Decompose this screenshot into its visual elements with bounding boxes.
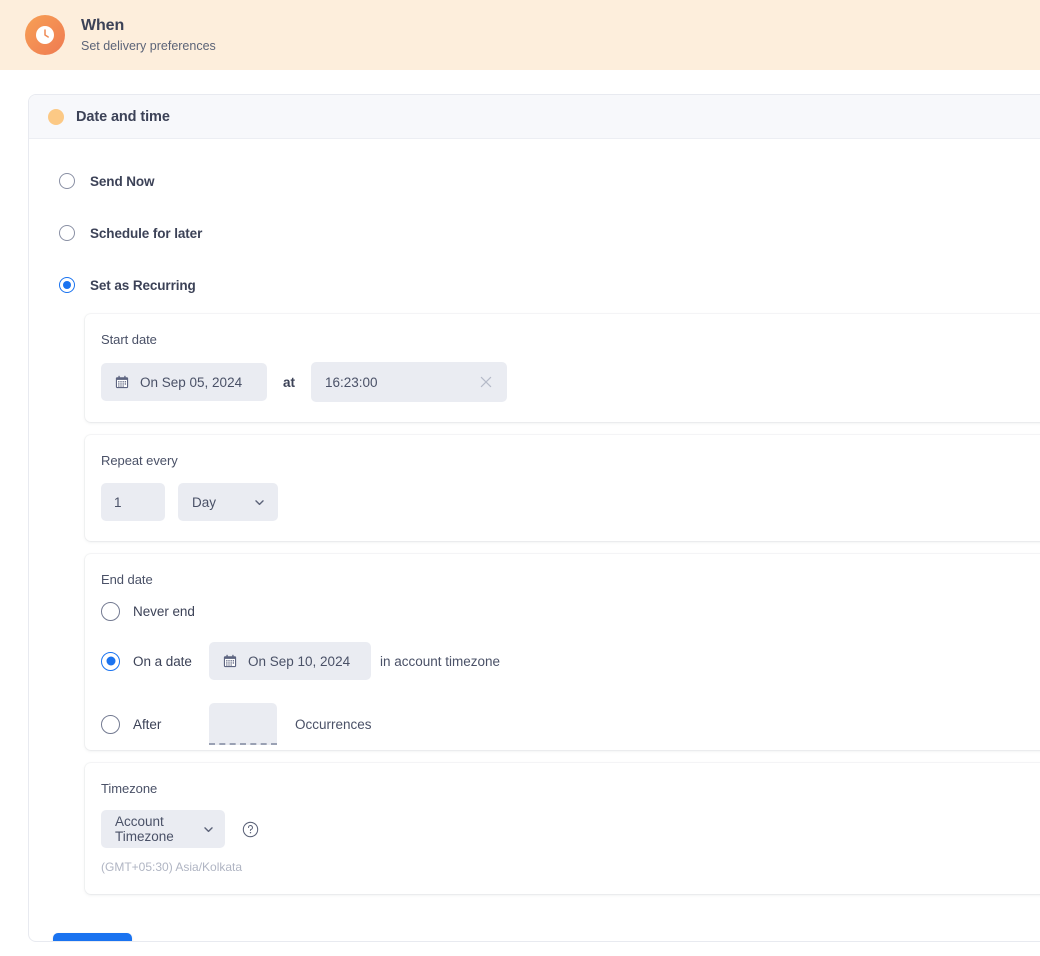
repeat-unit-select[interactable]: Day	[178, 483, 278, 521]
repeat-every-row: Day	[101, 483, 1040, 521]
occurrences-input[interactable]	[209, 703, 277, 745]
timezone-value: Account Timezone	[115, 814, 174, 844]
card-header: Date and time	[29, 95, 1040, 139]
repeat-every-label: Repeat every	[101, 453, 178, 468]
status-dot-icon	[48, 108, 64, 125]
radio-indicator-schedule-for-later[interactable]	[59, 225, 75, 241]
occurrences-label: Occurrences	[295, 716, 372, 732]
close-icon[interactable]	[479, 375, 493, 389]
radio-indicator-after[interactable]	[101, 714, 120, 734]
repeat-unit-value: Day	[192, 494, 217, 510]
start-date-value: On Sep 05, 2024	[140, 374, 243, 390]
end-date-picker[interactable]: On Sep 10, 2024	[209, 642, 371, 680]
radio-label-on-a-date: On a date	[133, 653, 192, 669]
timezone-hint: (GMT+05:30) Asia/Kolkata	[101, 860, 243, 874]
end-option-never-end[interactable]: Never end	[101, 602, 1040, 621]
repeat-interval-input[interactable]	[101, 483, 165, 521]
end-date-label: End date	[101, 572, 153, 587]
timezone-select[interactable]: Account Timezone	[101, 810, 225, 848]
start-date-row: On Sep 05, 2024 at 16:23:00	[101, 362, 1040, 402]
start-time-value: 16:23:00	[325, 374, 378, 390]
clock-icon	[25, 15, 65, 55]
radio-label-set-as-recurring: Set as Recurring	[90, 277, 196, 293]
end-date-panel: End date Never end On a date On Sep 10, …	[85, 554, 1040, 750]
radio-indicator-send-now[interactable]	[59, 173, 75, 189]
page-title: When	[81, 16, 125, 34]
start-date-label: Start date	[101, 332, 157, 347]
timezone-label: Timezone	[101, 781, 158, 796]
radio-indicator-on-a-date[interactable]	[101, 651, 120, 671]
at-label: at	[283, 374, 296, 390]
radio-label-schedule-for-later: Schedule for later	[90, 225, 203, 241]
card-footer: Done	[29, 907, 1040, 941]
radio-indicator-set-as-recurring[interactable]	[59, 277, 75, 293]
repeat-every-panel: Repeat every Day	[85, 435, 1040, 541]
radio-option-set-as-recurring[interactable]: Set as Recurring	[29, 272, 1040, 298]
start-time-field[interactable]: 16:23:00	[311, 362, 508, 402]
calendar-icon	[223, 654, 237, 668]
done-button[interactable]: Done	[53, 933, 132, 941]
radio-option-schedule-for-later[interactable]: Schedule for later	[29, 220, 1040, 246]
banner-text: When Set delivery preferences	[81, 16, 216, 55]
help-circle-icon[interactable]	[242, 821, 259, 838]
end-date-timezone-note: in account timezone	[380, 653, 501, 669]
recurring-settings-panels: Start date On Sep 05, 2024 at 16:23:00 R…	[29, 314, 1040, 894]
chevron-down-icon	[253, 496, 266, 509]
radio-label-never-end: Never end	[133, 604, 195, 619]
end-option-on-a-date[interactable]: On a date On Sep 10, 2024 in account tim…	[101, 642, 1040, 680]
start-date-picker[interactable]: On Sep 05, 2024	[101, 363, 267, 401]
calendar-icon	[115, 375, 129, 389]
start-date-panel: Start date On Sep 05, 2024 at 16:23:00	[85, 314, 1040, 422]
chevron-down-icon	[202, 823, 215, 836]
page-subtitle: Set delivery preferences	[81, 38, 216, 53]
radio-label-send-now: Send Now	[90, 173, 155, 189]
when-banner: When Set delivery preferences	[0, 0, 1040, 70]
card-body: Send Now Schedule for later Set as Recur…	[29, 139, 1040, 941]
date-and-time-card: Date and time Send Now Schedule for late…	[28, 94, 1040, 942]
end-date-value: On Sep 10, 2024	[248, 653, 351, 669]
radio-option-send-now[interactable]: Send Now	[29, 168, 1040, 194]
radio-indicator-never-end[interactable]	[101, 602, 120, 621]
end-option-after[interactable]: After Occurrences	[101, 703, 1040, 745]
card-header-title: Date and time	[76, 108, 170, 125]
timezone-row: Account Timezone	[101, 810, 1040, 848]
timezone-panel: Timezone Account Timezone (GMT+05:30) As…	[85, 763, 1040, 894]
radio-label-after: After	[133, 716, 162, 732]
